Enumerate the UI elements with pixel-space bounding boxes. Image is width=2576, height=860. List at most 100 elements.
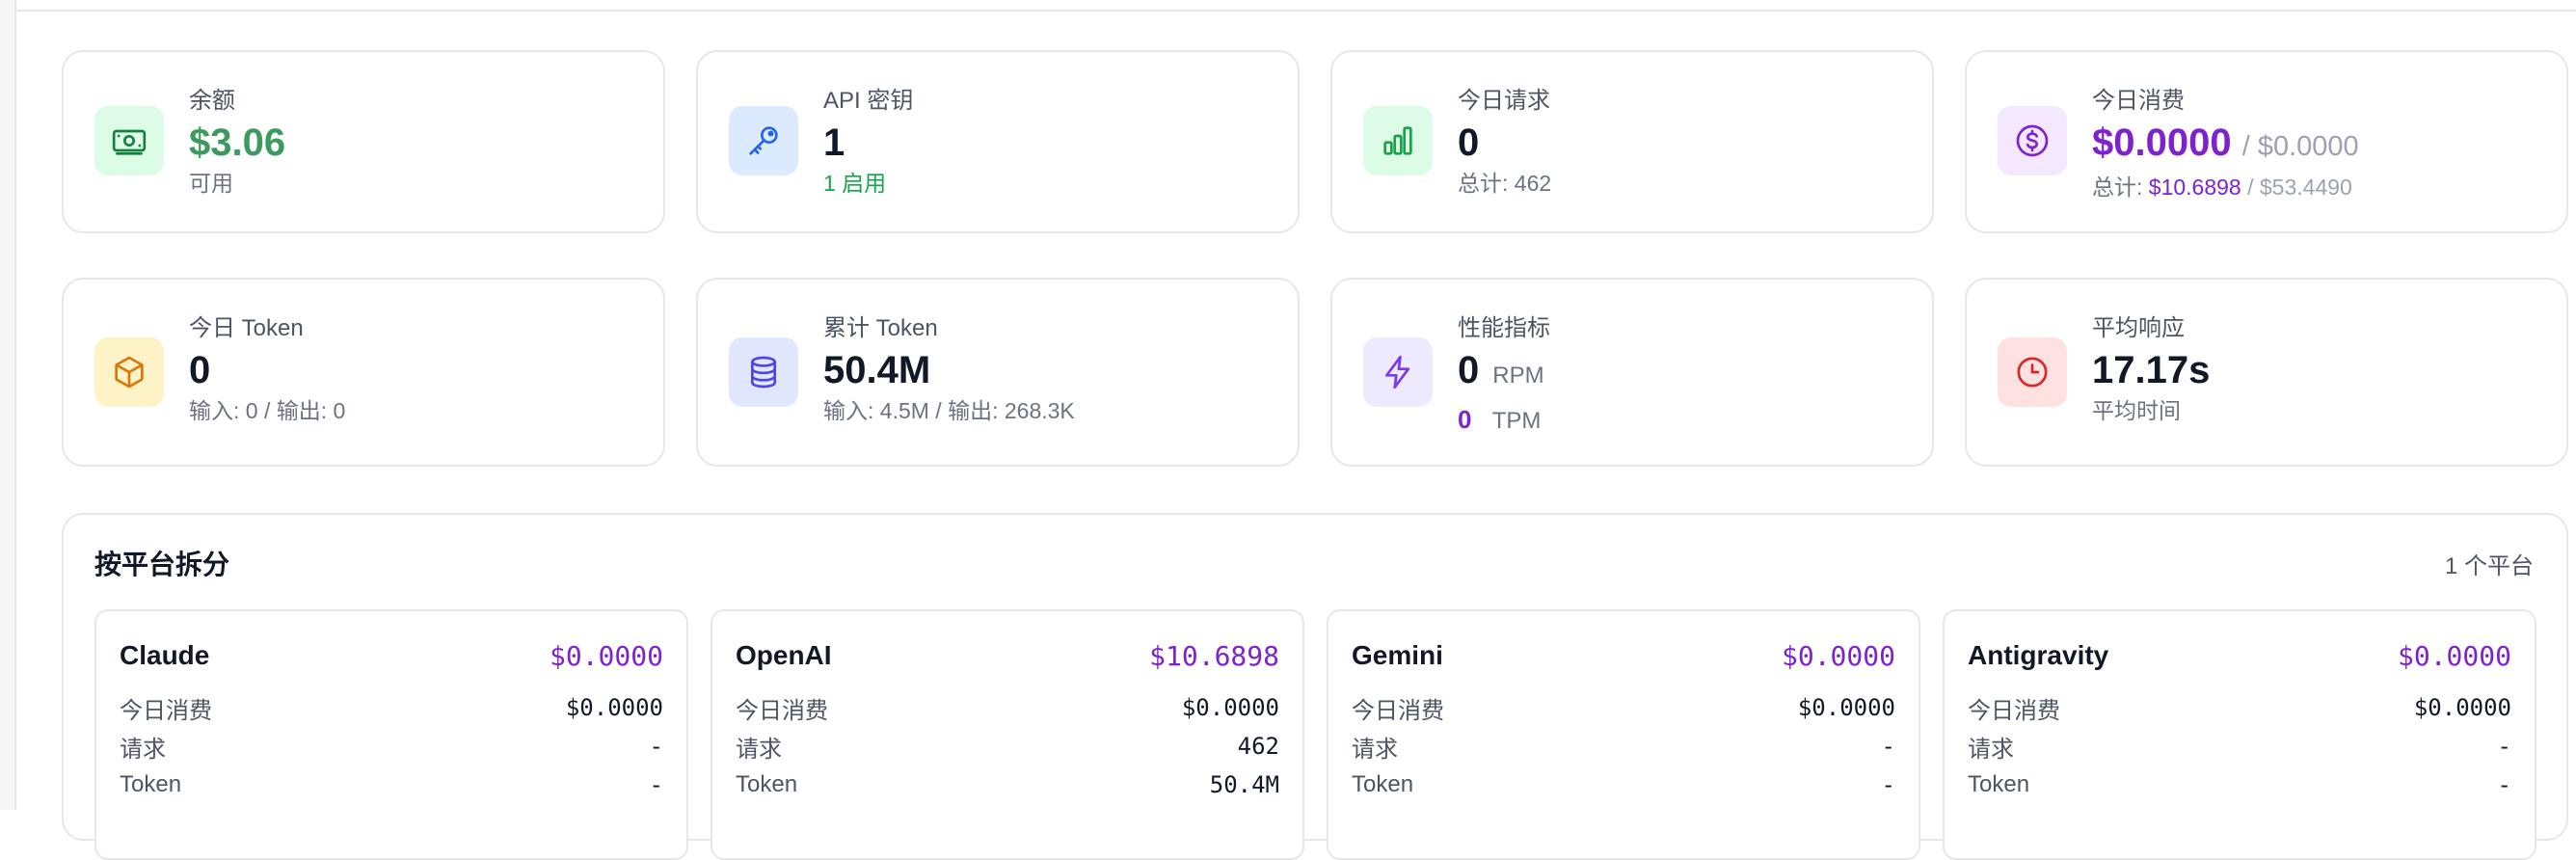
platform-name: OpenAI: [736, 640, 832, 670]
platform-total: $0.0000: [2397, 639, 2511, 672]
platform-total: $0.0000: [549, 639, 663, 672]
row-label: Token: [1968, 771, 2030, 797]
row-label: 今日消费: [1968, 697, 2060, 724]
today-cost-sub-secondary: / $53.4490: [2247, 175, 2352, 200]
avg-response-value: 17.17s: [2092, 349, 2211, 391]
total-tokens-value: 50.4M: [823, 349, 931, 391]
platform-total: $0.0000: [1781, 639, 1895, 672]
today-tokens-sub: 输入: 0 / 输出: 0: [189, 398, 346, 423]
platform-name: Claude: [120, 640, 210, 670]
row-label: 今日消费: [120, 697, 212, 724]
tpm-unit: TPM: [1491, 408, 1542, 434]
avg-response-sub: 平均时间: [2092, 398, 2181, 423]
row-label: 今日消费: [736, 697, 828, 724]
row-requests: 请求 -: [1352, 727, 1895, 766]
lightning-icon: [1363, 337, 1433, 407]
row-value: $0.0000: [2413, 694, 2511, 721]
left-rail: [0, 0, 16, 810]
stat-label: 今日 Token: [189, 315, 304, 341]
row-tokens: Token 50.4M: [736, 766, 1279, 804]
row-tokens: Token -: [120, 766, 663, 804]
row-value: 50.4M: [1209, 771, 1279, 798]
row-label: 请求: [736, 736, 782, 763]
row-value: $0.0000: [1181, 694, 1279, 721]
platform-card-gemini: Gemini $0.0000 今日消费 $0.0000 请求 - Token -: [1327, 609, 1920, 860]
avg-response-card: 平均响应 17.17s 平均时间: [1965, 278, 2568, 467]
rpm-row: 0 RPM: [1458, 347, 1550, 399]
today-cost-sub-total: $10.6898: [2148, 175, 2241, 200]
platform-name: Antigravity: [1968, 640, 2109, 670]
row-label: 今日消费: [1352, 697, 1444, 724]
row-tokens: Token -: [1968, 766, 2511, 804]
row-value: $0.0000: [1797, 694, 1895, 721]
balance-value: $3.06: [189, 121, 286, 164]
top-bar: [16, 0, 2576, 12]
today-cost-secondary: / $0.0000: [2241, 131, 2359, 162]
dollar-circle-icon: [1998, 106, 2067, 175]
today-cost-amount: $0.0000: [2092, 121, 2232, 164]
today-cost-sub-prefix: 总计:: [2092, 175, 2143, 200]
row-label: 请求: [120, 736, 166, 763]
rpm-value: 0: [1458, 349, 1480, 391]
today-cost-sub: 总计: $10.6898 / $53.4490: [2092, 170, 2359, 204]
row-tokens: Token -: [1352, 766, 1895, 804]
today-requests-card: 今日请求 0 总计: 462: [1330, 50, 1934, 233]
row-label: Token: [1352, 771, 1414, 797]
platform-total: $10.6898: [1149, 639, 1279, 672]
stat-label: 性能指标: [1458, 315, 1550, 341]
row-value: -: [1881, 733, 1895, 760]
row-label: Token: [736, 771, 798, 797]
row-value: 462: [1237, 733, 1279, 760]
stat-label: 余额: [189, 88, 235, 114]
row-value: -: [649, 771, 663, 798]
breakdown-count: 1 个平台: [2444, 553, 2534, 579]
today-tokens-value: 0: [189, 349, 211, 391]
platform-card-antigravity: Antigravity $0.0000 今日消费 $0.0000 请求 - Toke…: [1943, 609, 2536, 860]
stat-label: 今日请求: [1458, 88, 1550, 114]
today-tokens-card: 今日 Token 0 输入: 0 / 输出: 0: [62, 278, 665, 467]
api-keys-sub: 1 启用: [823, 171, 887, 196]
row-label: 请求: [1968, 736, 2014, 763]
row-requests: 请求 -: [1968, 727, 2511, 766]
total-tokens-card: 累计 Token 50.4M 输入: 4.5M / 输出: 268.3K: [696, 278, 1300, 467]
money-icon: [94, 106, 164, 175]
row-today-cost: 今日消费 $0.0000: [120, 688, 663, 727]
row-requests: 请求 -: [120, 727, 663, 766]
row-value: $0.0000: [565, 694, 663, 721]
performance-card: 性能指标 0 RPM 0 TPM: [1330, 278, 1934, 467]
row-requests: 请求 462: [736, 727, 1279, 766]
total-tokens-sub: 输入: 4.5M / 输出: 268.3K: [823, 398, 1075, 423]
today-cost-value: $0.0000 / $0.0000: [2092, 120, 2359, 170]
stat-label: 平均响应: [2092, 315, 2185, 341]
row-label: 请求: [1352, 736, 1398, 763]
clock-icon: [1998, 337, 2067, 407]
platform-breakdown-panel: 按平台拆分 1 个平台 Claude $0.0000 今日消费 $0.0000 请…: [62, 513, 2568, 860]
cube-icon: [94, 337, 164, 407]
rpm-unit: RPM: [1492, 363, 1544, 389]
tpm-value: 0: [1458, 405, 1472, 434]
row-value: -: [649, 733, 663, 760]
platform-card-openai: OpenAI $10.6898 今日消费 $0.0000 请求 462 Token 5…: [711, 609, 1304, 860]
tpm-row: 0 TPM: [1458, 401, 1550, 440]
api-keys-card: API 密钥 1 1 启用: [696, 50, 1300, 233]
stat-label: 累计 Token: [823, 315, 938, 341]
breakdown-title: 按平台拆分: [94, 550, 230, 579]
row-label: Token: [120, 771, 182, 797]
today-requests-value: 0: [1458, 121, 1480, 164]
api-keys-value: 1: [823, 121, 845, 164]
stat-label: 今日消费: [2092, 88, 2185, 114]
row-today-cost: 今日消费 $0.0000: [736, 688, 1279, 727]
row-value: -: [2497, 771, 2511, 798]
platform-card-claude: Claude $0.0000 今日消费 $0.0000 请求 - Token -: [94, 609, 688, 860]
today-cost-card: 今日消费 $0.0000 / $0.0000 总计: $10.6898 / $5…: [1965, 50, 2568, 233]
row-value: -: [1881, 771, 1895, 798]
balance-sub: 可用: [189, 171, 233, 196]
stat-label: API 密钥: [823, 88, 914, 114]
today-requests-sub: 总计: 462: [1458, 171, 1552, 196]
key-icon: [729, 106, 798, 175]
database-icon: [729, 337, 798, 407]
row-value: -: [2497, 733, 2511, 760]
row-today-cost: 今日消费 $0.0000: [1352, 688, 1895, 727]
platform-name: Gemini: [1352, 640, 1443, 670]
row-today-cost: 今日消费 $0.0000: [1968, 688, 2511, 727]
